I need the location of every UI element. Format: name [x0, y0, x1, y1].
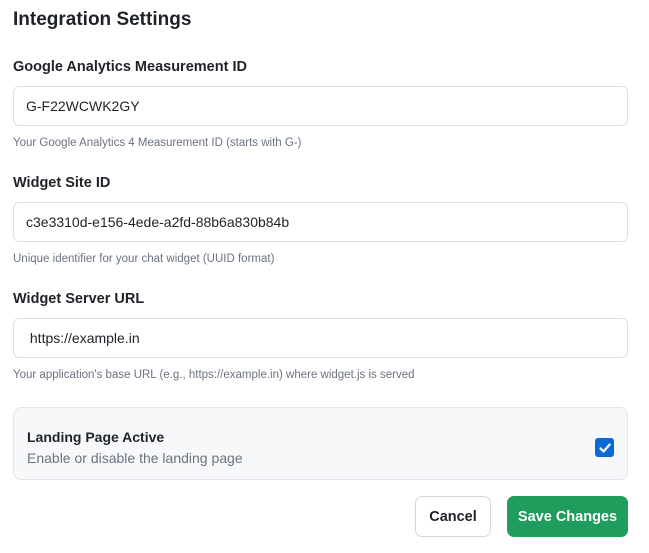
widget-site-id-label: Widget Site ID [13, 175, 111, 191]
widget-site-id-input[interactable] [13, 202, 628, 242]
widget-server-url-help: Your application's base URL (e.g., https… [13, 369, 415, 381]
checkmark-icon [598, 443, 611, 452]
save-changes-button[interactable]: Save Changes [507, 496, 628, 537]
landing-page-toggle-card: Landing Page Active Enable or disable th… [13, 407, 628, 480]
ga-measurement-id-label: Google Analytics Measurement ID [13, 59, 247, 75]
ga-measurement-id-help: Your Google Analytics 4 Measurement ID (… [13, 137, 302, 149]
page-title: Integration Settings [13, 9, 192, 30]
widget-server-url-input[interactable] [13, 318, 628, 358]
landing-page-toggle-subtitle: Enable or disable the landing page [27, 450, 243, 466]
integration-settings-page: Integration Settings Google Analytics Me… [0, 0, 649, 553]
landing-page-active-checkbox[interactable] [595, 438, 614, 457]
ga-measurement-id-input[interactable] [13, 86, 628, 126]
widget-server-url-label: Widget Server URL [13, 291, 145, 307]
cancel-button[interactable]: Cancel [415, 496, 491, 537]
landing-page-toggle-title: Landing Page Active [27, 429, 165, 445]
widget-site-id-help: Unique identifier for your chat widget (… [13, 253, 275, 265]
